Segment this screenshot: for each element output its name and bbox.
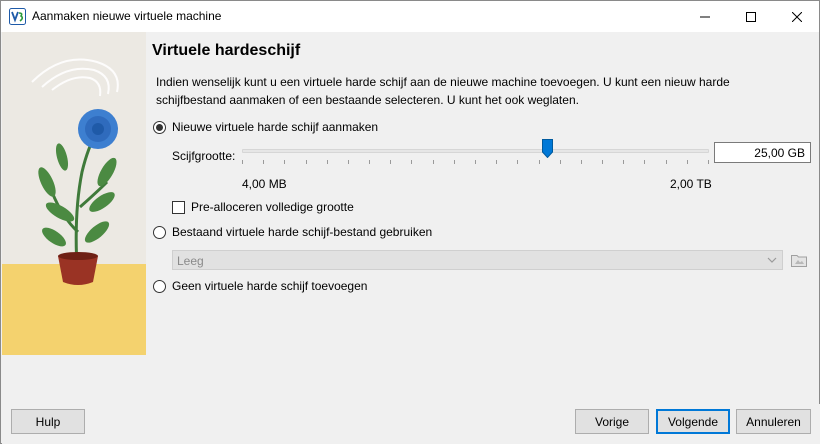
slider-tick [496,160,497,164]
slider-ticks [242,160,709,165]
slider-tick [327,160,328,164]
slider-tick [411,160,412,164]
minimize-button[interactable] [682,1,728,32]
page-title: Virtuele hardeschijf [152,42,301,59]
close-icon [792,11,802,22]
slider-tick [369,160,370,164]
wizard-illustration [2,32,146,355]
slider-tick [284,160,285,164]
choose-disk-file-button[interactable] [790,251,808,269]
option-no-disk-label: Geen virtuele harde schijf toevoegen [172,279,368,293]
back-button[interactable]: Vorige [575,409,649,434]
chevron-down-icon [767,257,777,263]
slider-tick [581,160,582,164]
slider-tick [623,160,624,164]
slider-tick [475,160,476,164]
option-existing-disk[interactable]: Bestaand virtuele harde schijf-bestand g… [153,225,432,239]
slider-tick [666,160,667,164]
slider-tick [390,160,391,164]
preallocate-checkbox[interactable] [172,200,185,214]
slider-tick [687,160,688,164]
radio-new-disk[interactable] [153,120,166,134]
disk-size-slider[interactable] [242,149,709,153]
slider-min-label: 4,00 MB [242,177,287,191]
page-description: Indien wenselijk kunt u een virtuele har… [156,75,730,107]
option-no-disk[interactable]: Geen virtuele harde schijf toevoegen [153,279,367,293]
minimize-icon [700,16,710,17]
option-new-disk[interactable]: Nieuwe virtuele harde schijf aanmaken [153,120,378,134]
next-button[interactable]: Volgende [656,409,730,434]
dialog-window: Aanmaken nieuwe virtuele machine Virtuel… [0,0,820,444]
preallocate-option[interactable]: Pre-alloceren volledige grootte [172,200,354,214]
folder-icon [791,255,807,267]
slider-tick [560,160,561,164]
option-new-disk-label: Nieuwe virtuele harde schijf aanmaken [172,120,379,134]
help-button[interactable]: Hulp [11,409,85,434]
slider-max-label: 2,00 TB [670,177,712,191]
slider-tick [602,160,603,164]
existing-disk-select[interactable]: Leeg [172,250,783,270]
option-existing-disk-label: Bestaand virtuele harde schijf-bestand g… [172,225,433,239]
radio-existing-disk[interactable] [153,225,166,239]
radio-no-disk[interactable] [153,279,166,293]
virtualbox-icon [9,8,26,25]
slider-tick [454,160,455,164]
slider-tick [644,160,645,164]
window-title: Aanmaken nieuwe virtuele machine [32,9,222,23]
slider-tick [517,160,518,164]
disk-size-input[interactable]: 25,00 GB [714,142,811,163]
slider-tick [242,160,243,164]
slider-tick [306,160,307,164]
maximize-icon [746,11,756,22]
slider-tick [263,160,264,164]
preallocate-label: Pre-alloceren volledige grootte [191,200,354,214]
slider-tick [708,160,709,164]
disk-size-label: Scijfgrootte: [172,149,236,163]
slider-tick [433,160,434,164]
cancel-button[interactable]: Annuleren [736,409,811,434]
close-button[interactable] [774,1,820,32]
title-bar[interactable]: Aanmaken nieuwe virtuele machine [1,1,819,32]
wizard-page: Virtuele hardeschijf Indien wenselijk ku… [147,32,819,404]
existing-disk-select-value: Leeg [177,254,204,268]
slider-tick [348,160,349,164]
maximize-button[interactable] [728,1,774,32]
slider-handle[interactable] [542,139,553,159]
slider-tick [539,160,540,164]
